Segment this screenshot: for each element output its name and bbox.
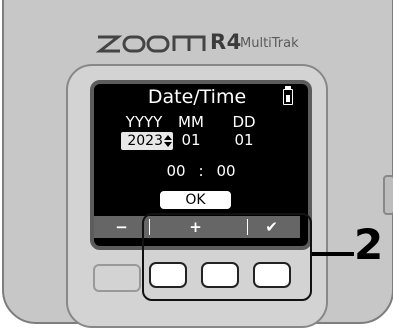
callout-leader-line <box>312 252 354 256</box>
model-name: R4 <box>210 30 242 54</box>
side-port <box>383 175 393 215</box>
year-label: YYYY <box>125 113 163 131</box>
time-separator: : <box>198 162 204 180</box>
minute-value[interactable]: 00 <box>211 163 241 179</box>
month-label: MM <box>178 113 204 131</box>
left-slot <box>93 264 141 292</box>
battery-level <box>286 95 290 102</box>
minus-softkey-label: − <box>115 218 128 236</box>
up-down-arrows-icon <box>164 135 172 147</box>
model-subtitle: MultiTrak <box>240 36 299 51</box>
day-value[interactable]: 01 <box>230 132 258 148</box>
screen-title: Date/Time <box>147 86 247 108</box>
enter-button[interactable] <box>253 262 291 288</box>
year-field[interactable]: 2023 <box>121 132 173 150</box>
zoom-logo <box>96 35 206 53</box>
step-number: 2 <box>354 220 384 269</box>
battery-icon <box>283 89 293 105</box>
hour-value[interactable]: 00 <box>161 163 191 179</box>
month-value[interactable]: 01 <box>176 132 206 148</box>
plus-button[interactable] <box>201 262 239 288</box>
day-label: DD <box>232 113 256 131</box>
ok-button[interactable]: OK <box>160 191 231 209</box>
year-value: 2023 <box>127 133 163 149</box>
minus-button[interactable] <box>149 262 187 288</box>
